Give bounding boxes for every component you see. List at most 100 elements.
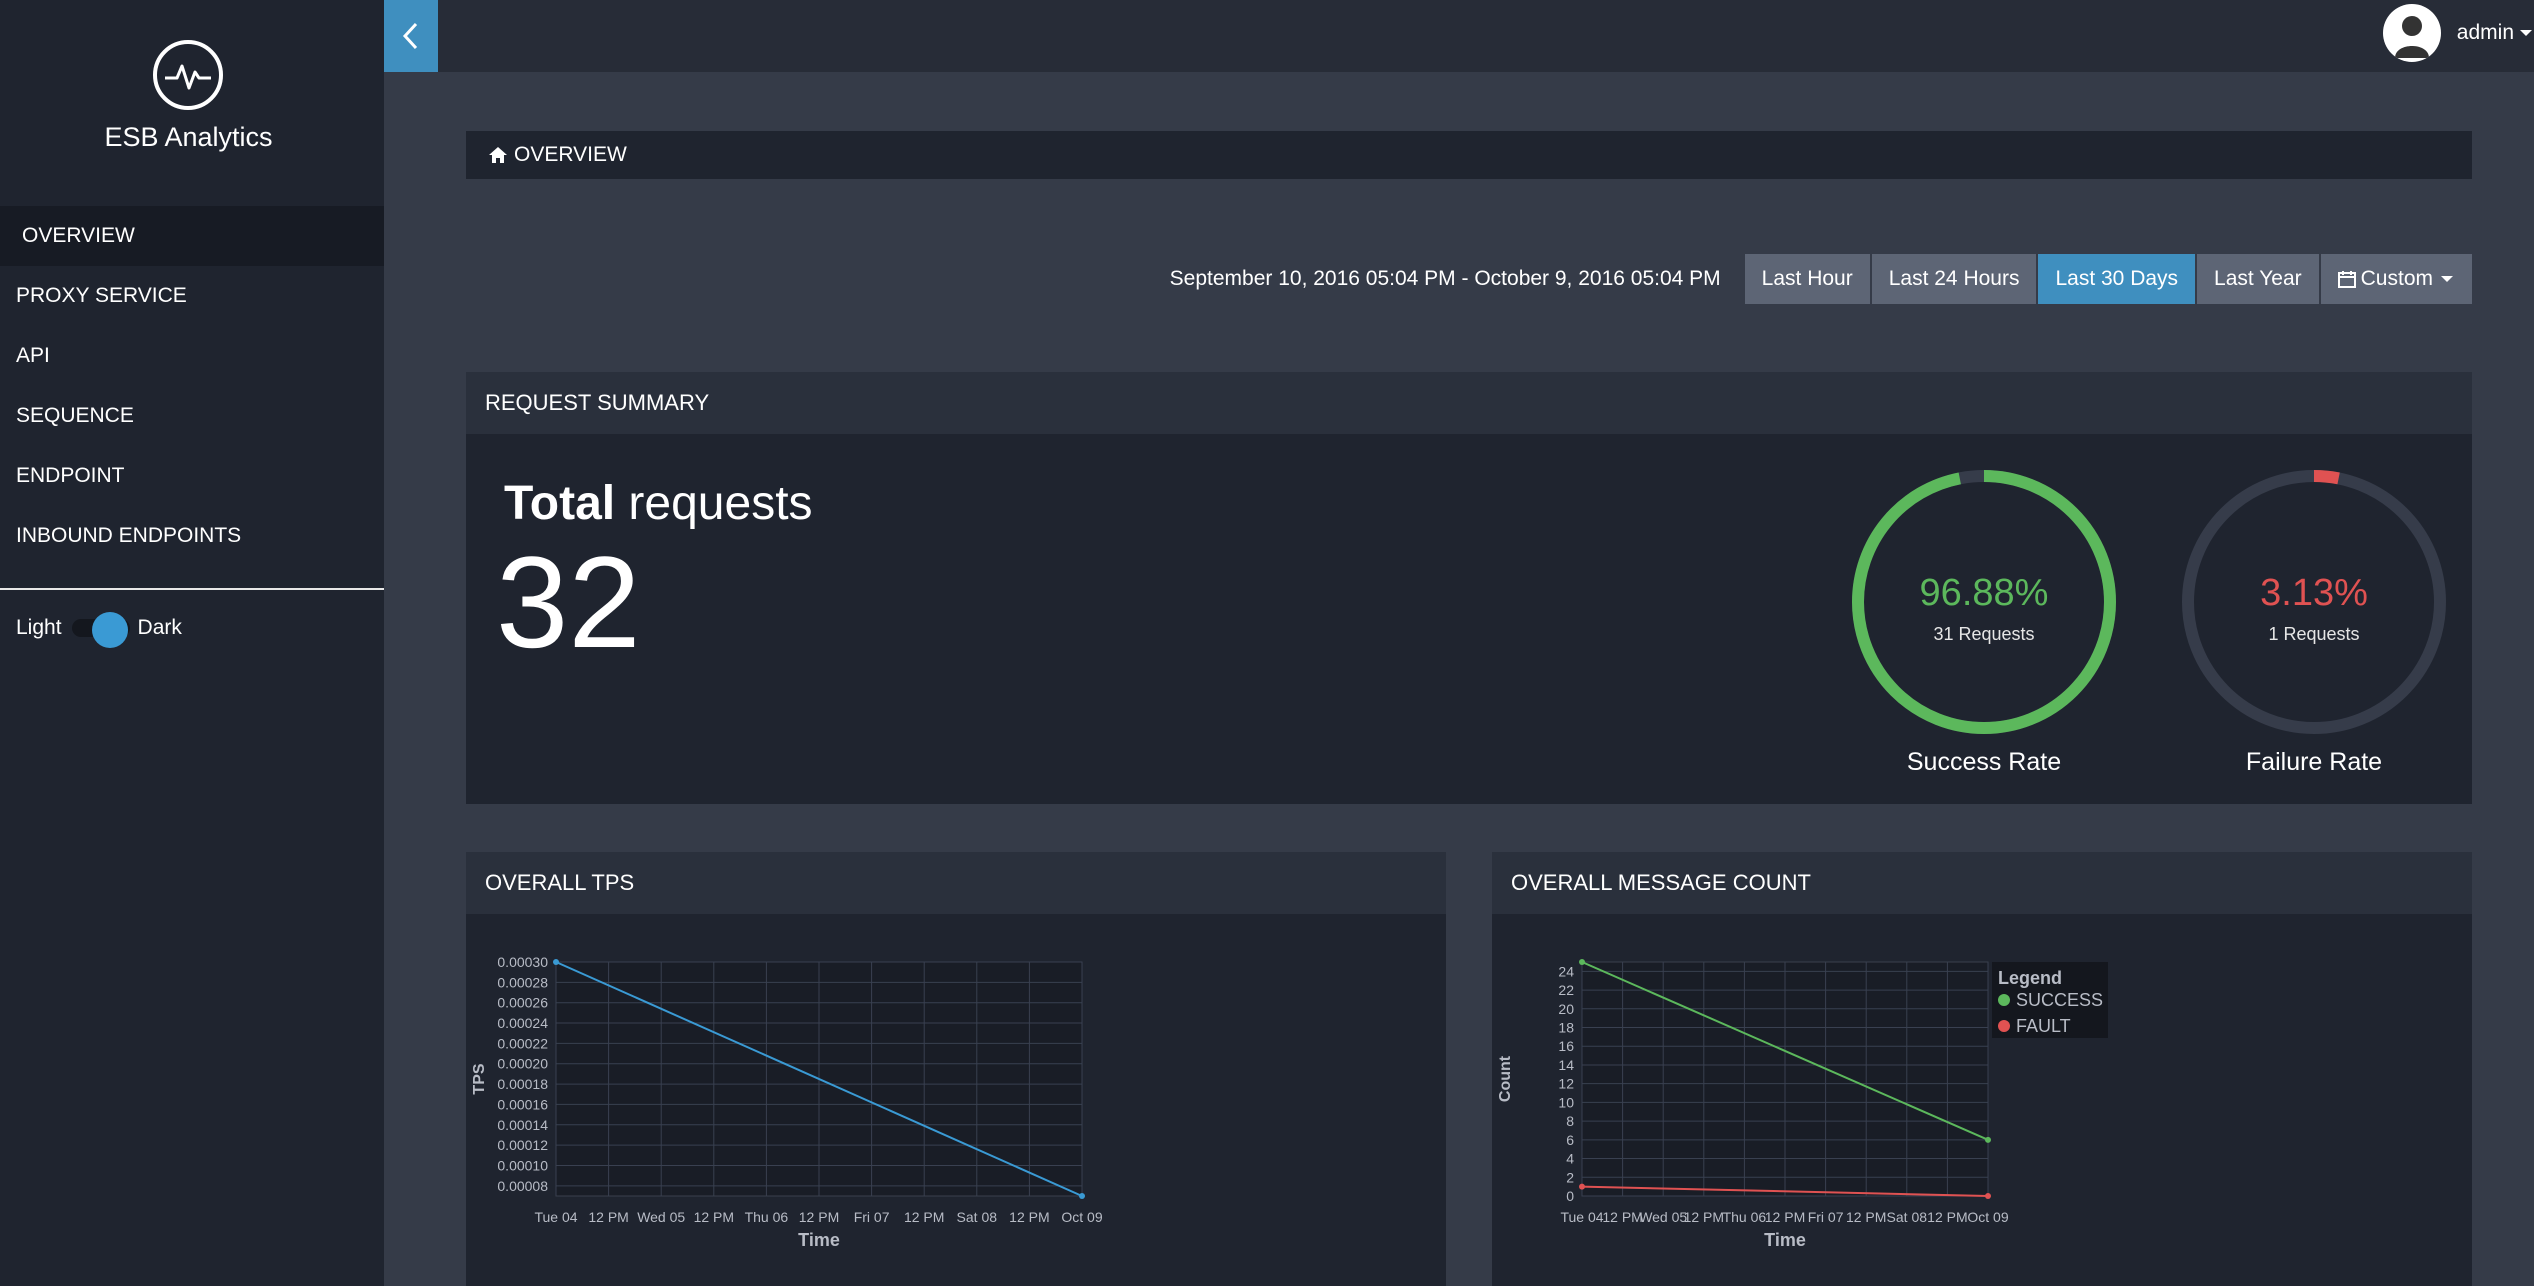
range-custom-button[interactable]: Custom <box>2320 254 2472 304</box>
sidebar-item-inbound-endpoints[interactable]: INBOUND ENDPOINTS <box>0 506 384 566</box>
toggle-knob[interactable] <box>91 612 128 648</box>
range-custom-label: Custom <box>2360 267 2433 290</box>
chevron-down-icon[interactable] <box>2520 30 2532 36</box>
request-summary-title: REQUEST SUMMARY <box>466 372 2472 434</box>
y-tick-label: 0.00016 <box>497 1096 548 1112</box>
y-tick-label: 0.00010 <box>497 1157 548 1173</box>
user-icon <box>2394 16 2429 58</box>
sidebar-collapse-button[interactable] <box>384 0 438 72</box>
sidebar-nav: OVERVIEW PROXY SERVICE API SEQUENCE ENDP… <box>0 206 384 566</box>
x-tick-label: 12 PM <box>694 1209 734 1225</box>
y-tick-label: 18 <box>1558 1020 1574 1036</box>
chevron-left-icon <box>402 22 418 50</box>
y-tick-label: 0 <box>1566 1188 1574 1204</box>
x-tick-label: 12 PM <box>1684 1209 1724 1225</box>
legend-label: FAULT <box>2016 1016 2071 1036</box>
y-tick-label: 12 <box>1558 1076 1574 1092</box>
x-tick-label: 12 PM <box>1927 1209 1967 1225</box>
y-tick-label: 6 <box>1566 1132 1574 1148</box>
data-point <box>553 959 559 965</box>
x-tick-label: 12 PM <box>904 1209 944 1225</box>
total-rest: requests <box>615 477 813 530</box>
range-last-year-button[interactable]: Last Year <box>2197 254 2319 304</box>
y-tick-label: 4 <box>1566 1151 1574 1167</box>
app-title: ESB Analytics <box>104 122 273 152</box>
data-point <box>1579 1183 1585 1190</box>
total-requests-label: Total requests <box>504 476 813 531</box>
failure-percent: 3.13% <box>2260 572 2368 614</box>
failure-rate-gauge: 3.13% 1 Requests Failure Rate <box>2174 372 2454 776</box>
legend-marker <box>1998 994 2010 1006</box>
theme-switch-row: Light Dark <box>16 612 182 648</box>
y-tick-label: 0.00014 <box>497 1117 548 1133</box>
y-tick-label: 2 <box>1566 1169 1574 1185</box>
data-point <box>1985 1193 1991 1199</box>
legend-label: SUCCESS <box>2016 990 2103 1010</box>
failure-requests: 1 Requests <box>2268 624 2360 644</box>
sidebar-item-api[interactable]: API <box>0 326 384 386</box>
tps-chart: Tue 04 12 PM Wed 05 12 PM Thu 06 12 PM Fri 07 1… <box>471 954 1103 1250</box>
user-menu[interactable]: admin <box>2382 4 2534 62</box>
y-tick-label: 16 <box>1558 1038 1574 1054</box>
overall-tps-panel: OVERALL TPS Tue 04 12 PM Wed 05 12 PM Thu 06… <box>466 852 1446 1286</box>
sidebar-item-proxy-service[interactable]: PROXY SERVICE <box>0 266 384 326</box>
date-range-bar: September 10, 2016 05:04 PM - October 9,… <box>466 253 2472 305</box>
data-point <box>1985 1136 1991 1143</box>
user-name[interactable]: admin <box>2457 21 2514 45</box>
y-tick-label: 8 <box>1566 1113 1574 1129</box>
theme-light-label: Light <box>16 616 62 639</box>
theme-toggle[interactable] <box>71 612 130 648</box>
x-tick-label: Thu 06 <box>1723 1209 1767 1225</box>
request-summary-panel: REQUEST SUMMARY Total requests 32 96.88%… <box>466 372 2472 804</box>
overall-message-count-title: OVERALL MESSAGE COUNT <box>1492 852 2472 914</box>
x-tick-label: Sat 08 <box>957 1209 998 1225</box>
data-point <box>1079 1193 1085 1199</box>
x-tick-label: Sat 08 <box>1887 1209 1928 1225</box>
x-tick-label: Wed 05 <box>637 1209 685 1225</box>
x-tick-label: Thu 06 <box>745 1209 789 1225</box>
y-tick-label: 0.00028 <box>497 974 548 990</box>
x-tick-label: 12 PM <box>1846 1209 1886 1225</box>
sidebar-item-overview[interactable]: OVERVIEW <box>0 206 384 266</box>
home-icon <box>489 147 507 163</box>
x-tick-label: 12 PM <box>588 1209 628 1225</box>
range-last-24-hours-button[interactable]: Last 24 Hours <box>1871 254 2037 304</box>
failure-rate-label: Failure Rate <box>2245 748 2383 776</box>
x-tick-label: 12 PM <box>1009 1209 1049 1225</box>
total-bold: Total <box>504 477 616 530</box>
x-tick-label: Tue 04 <box>1560 1209 1603 1225</box>
avatar[interactable] <box>2382 4 2441 62</box>
y-tick-label: 0.00008 <box>497 1178 548 1194</box>
y-tick-label: 20 <box>1558 1001 1574 1017</box>
x-axis-label: Time <box>1764 1230 1806 1250</box>
x-tick-label: Oct 09 <box>1967 1209 2008 1225</box>
sidebar-divider <box>0 588 384 590</box>
success-rate-gauge: 96.88% 31 Requests Success Rate <box>1844 372 2124 776</box>
theme-dark-label: Dark <box>137 616 182 639</box>
range-last-hour-button[interactable]: Last Hour <box>1744 254 1870 304</box>
x-tick-label: Tue 04 <box>534 1209 577 1225</box>
y-axis-label: TPS <box>471 1063 488 1094</box>
breadcrumb: OVERVIEW <box>466 131 2472 179</box>
x-tick-label: Oct 09 <box>1061 1209 1102 1225</box>
y-axis-label: Count <box>1497 1055 1514 1102</box>
y-tick-label: 10 <box>1558 1094 1574 1110</box>
y-tick-label: 0.00018 <box>497 1076 548 1092</box>
range-last-30-days-button[interactable]: Last 30 Days <box>2038 254 2196 304</box>
legend-title: Legend <box>1998 968 2062 988</box>
sidebar-item-sequence[interactable]: SEQUENCE <box>0 386 384 446</box>
x-tick-label: 12 PM <box>1602 1209 1642 1225</box>
success-rate-label: Success Rate <box>1906 748 2062 776</box>
topbar: admin <box>384 0 2534 72</box>
message-count-chart: Tue 0412 PMWed 0512 PMThu 0612 PM Fri 07 1… <box>1497 959 2108 1250</box>
y-tick-label: 0.00024 <box>497 1015 548 1031</box>
calendar-icon <box>2337 271 2356 288</box>
x-tick-label: Fri 07 <box>1808 1209 1844 1225</box>
breadcrumb-label: OVERVIEW <box>514 143 627 166</box>
x-tick-label: Wed 05 <box>1639 1209 1687 1225</box>
chevron-down-icon <box>2441 276 2453 282</box>
y-tick-label: 0.00022 <box>497 1035 548 1051</box>
sidebar-item-endpoint[interactable]: ENDPOINT <box>0 446 384 506</box>
x-tick-label: 12 PM <box>1765 1209 1805 1225</box>
success-requests: 31 Requests <box>1933 624 2035 644</box>
